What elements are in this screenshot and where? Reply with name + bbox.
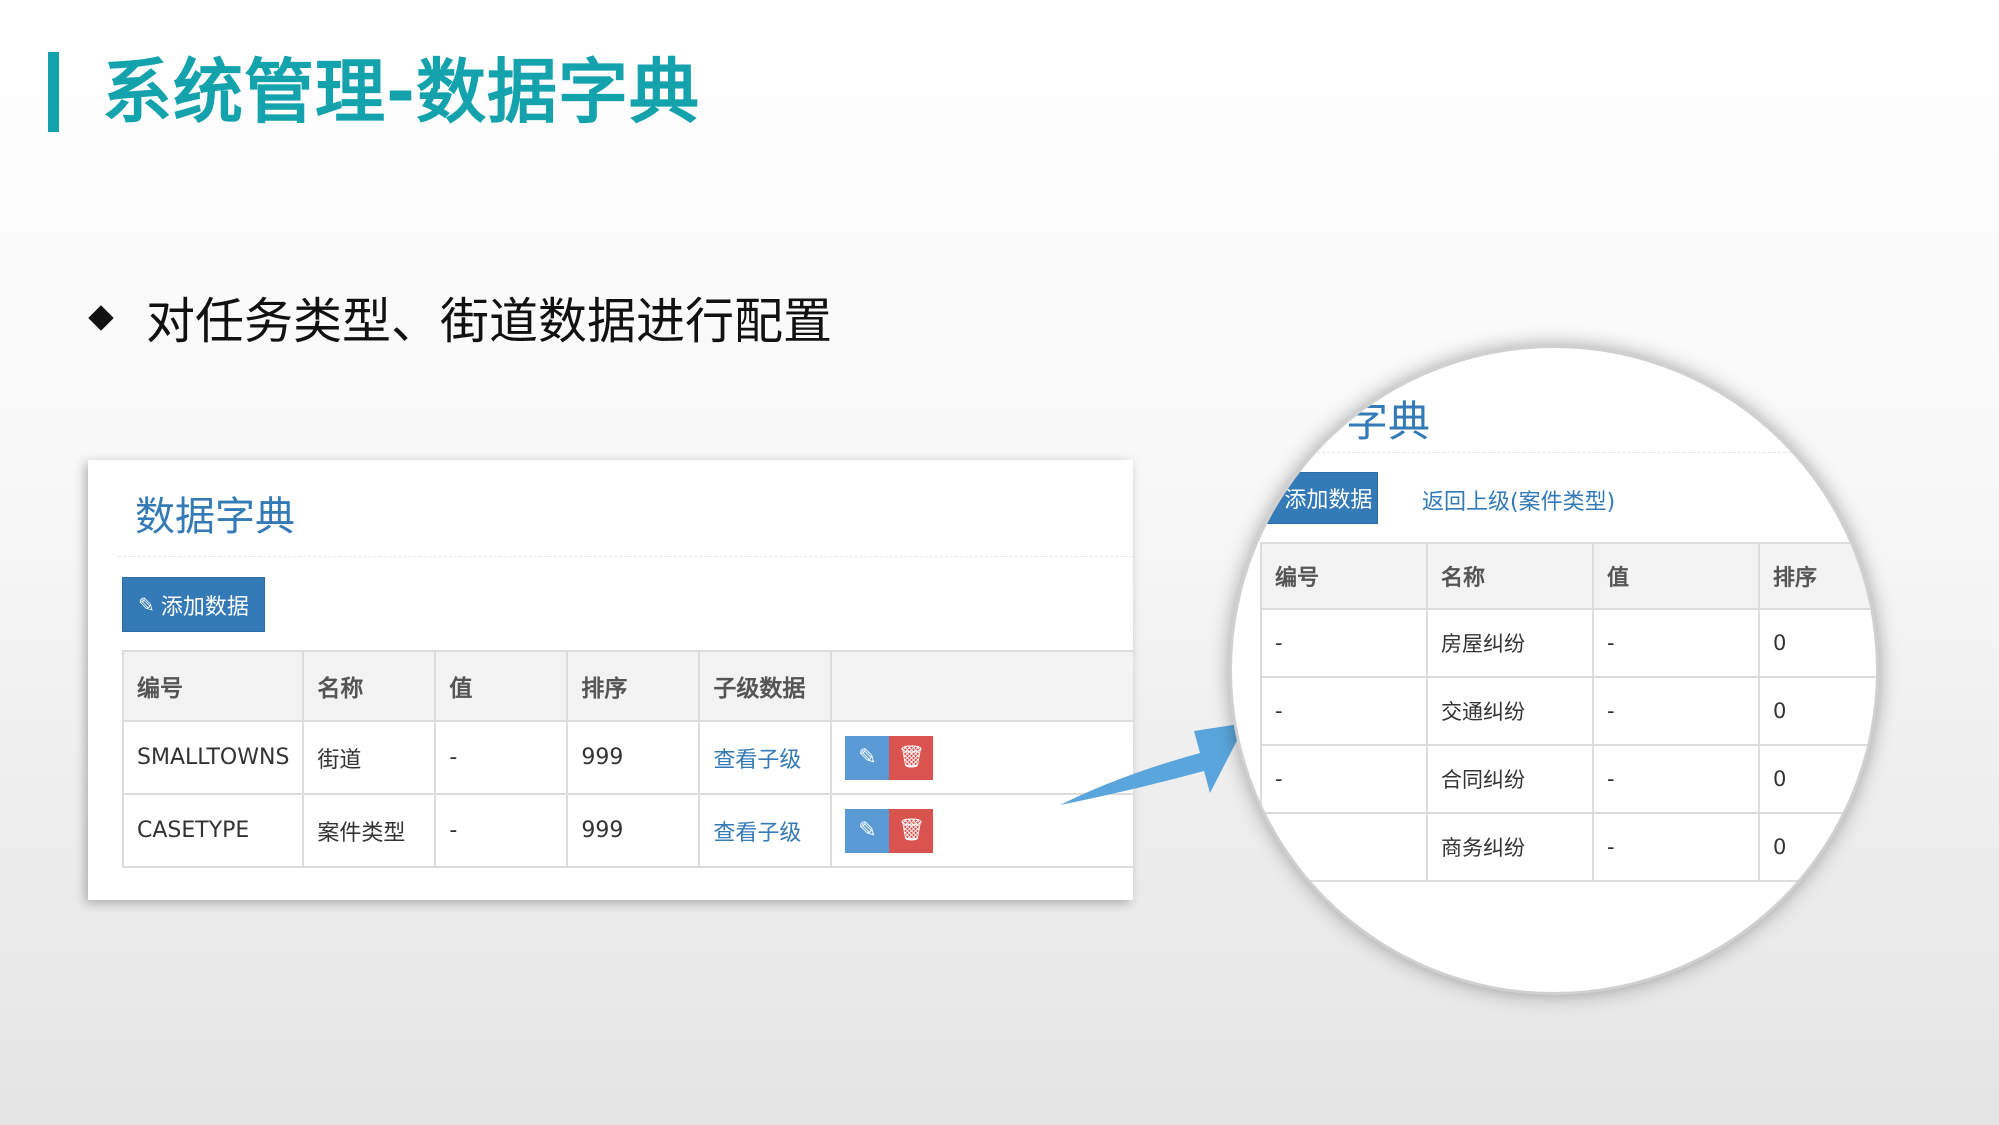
arrow-shape xyxy=(1060,723,1246,805)
diamond-bullet-icon xyxy=(88,304,114,331)
table-row: - 交通纠纷 - 0 xyxy=(1260,676,1876,746)
bullet-point: 对任务类型、街道数据进行配置 xyxy=(88,282,833,353)
cell-name: 案件类型 xyxy=(302,793,437,868)
zoom-child-table: 编号 名称 值 排序 - 房屋纠纷 - 0 - 交通纠纷 - 0 - 合同纠纷 … xyxy=(1260,542,1876,882)
column-header-order: 排序 xyxy=(566,650,701,722)
zoom-magnifier: 字典 ✎ 添加数据 返回上级(案件类型) 编号 名称 值 排序 - 房屋纠纷 -… xyxy=(1232,348,1876,992)
cell-code: - xyxy=(1260,744,1428,814)
add-data-label: 添加数据 xyxy=(160,594,249,620)
cell-name: 商务纠纷 xyxy=(1426,812,1594,882)
cell-name: 房屋纠纷 xyxy=(1426,608,1594,678)
cell-code: - xyxy=(1260,608,1428,678)
panel-divider xyxy=(118,556,1133,557)
cell-value: - xyxy=(434,720,569,795)
delete-button[interactable]: 🗑 xyxy=(889,735,934,780)
cell-order: 0 xyxy=(1758,744,1876,814)
column-header-value: 值 xyxy=(434,650,569,722)
trash-icon: 🗑 xyxy=(897,818,926,843)
cell-code: CASETYPE xyxy=(121,793,305,868)
column-header-code: 编号 xyxy=(121,650,305,722)
cell-name: 交通纠纷 xyxy=(1426,676,1594,746)
cell-name: 合同纠纷 xyxy=(1426,744,1594,814)
cell-children: 查看子级 xyxy=(698,793,833,868)
table-row: - 房屋纠纷 - 0 xyxy=(1260,608,1876,678)
zoom-divider xyxy=(1232,452,1876,453)
table-row: CASETYPE 案件类型 - 999 查看子级 ✎ 🗑 xyxy=(121,793,1133,868)
data-dictionary-panel: 数据字典 ✎ 添加数据 编号 名称 值 排序 子级数据 SMALLTOWNS 街… xyxy=(88,460,1133,900)
cell-code: SMALLTOWNS xyxy=(121,720,305,795)
column-header-children: 子级数据 xyxy=(698,650,833,722)
cell-value: - xyxy=(1592,812,1760,882)
add-data-button[interactable]: ✎ 添加数据 xyxy=(122,577,265,632)
zoom-add-data-button[interactable]: ✎ 添加数据 xyxy=(1256,472,1378,524)
column-header-name: 名称 xyxy=(1426,542,1594,610)
view-children-link[interactable]: 查看子级 xyxy=(713,748,801,773)
dictionary-table: 编号 名称 值 排序 子级数据 SMALLTOWNS 街道 - 999 查看子级… xyxy=(121,650,1133,868)
zoom-add-data-label: 添加数据 xyxy=(1284,488,1373,513)
title-accent-bar xyxy=(48,52,59,132)
zoom-header-row: 编号 名称 值 排序 xyxy=(1260,542,1876,610)
edit-button[interactable]: ✎ xyxy=(845,808,890,853)
panel-title: 数据字典 xyxy=(135,494,295,540)
cell-order: 999 xyxy=(566,720,701,795)
cell-order: 0 xyxy=(1758,608,1876,678)
cell-value: - xyxy=(434,793,569,868)
table-row: SMALLTOWNS 街道 - 999 查看子级 ✎ 🗑 xyxy=(121,720,1133,795)
column-header-code: 编号 xyxy=(1260,542,1428,610)
cell-order: 0 xyxy=(1758,676,1876,746)
table-row: - 合同纠纷 - 0 xyxy=(1260,744,1876,814)
column-header-name: 名称 xyxy=(302,650,437,722)
column-header-order: 排序 xyxy=(1758,542,1876,610)
edit-button[interactable]: ✎ xyxy=(845,735,890,780)
cell-value: - xyxy=(1592,744,1760,814)
callout-arrow-icon xyxy=(1060,723,1246,805)
edit-square-icon: ✎ xyxy=(1261,486,1279,510)
bullet-text: 对任务类型、街道数据进行配置 xyxy=(146,293,833,350)
pencil-icon: ✎ xyxy=(858,745,877,770)
delete-button[interactable]: 🗑 xyxy=(889,808,934,853)
table-row: 商务纠纷 - 0 xyxy=(1260,812,1876,882)
back-to-parent-link[interactable]: 返回上级(案件类型) xyxy=(1422,484,1615,516)
cell-value: - xyxy=(1592,608,1760,678)
slide-title: 系统管理-数据字典 xyxy=(102,51,701,133)
trash-icon: 🗑 xyxy=(897,745,926,770)
table-header-row: 编号 名称 值 排序 子级数据 xyxy=(121,650,1133,722)
cell-code xyxy=(1260,812,1428,882)
cell-name: 街道 xyxy=(302,720,437,795)
cell-code: - xyxy=(1260,676,1428,746)
cell-children: 查看子级 xyxy=(698,720,833,795)
cell-value: - xyxy=(1592,676,1760,746)
view-children-link[interactable]: 查看子级 xyxy=(713,821,801,846)
row-actions: ✎ 🗑 xyxy=(845,808,1133,853)
cell-order: 0 xyxy=(1758,812,1876,882)
zoom-title-fragment: 字典 xyxy=(1346,397,1431,446)
pencil-icon: ✎ xyxy=(858,818,877,843)
cell-order: 999 xyxy=(566,793,701,868)
column-header-value: 值 xyxy=(1592,542,1760,610)
edit-square-icon: ✎ xyxy=(138,592,155,617)
table-reflection: CASETYPE 案件类型 - 999 查看子级 ✎ 🗑 xyxy=(88,905,1133,1035)
